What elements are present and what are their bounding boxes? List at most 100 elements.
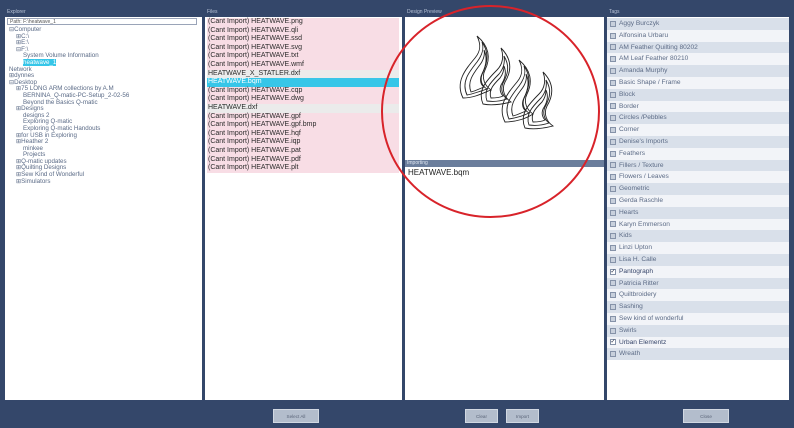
tag-row[interactable]: Patricia Ritter	[607, 277, 789, 290]
tag-row[interactable]: Lisa H. Calle	[607, 253, 789, 266]
tag-row[interactable]: Gerda Raschle	[607, 194, 789, 207]
tag-row[interactable]: AM Feather Quilting 80202	[607, 41, 789, 54]
file-row[interactable]: (Cant Import) HEATWAVE.iqp	[207, 138, 399, 147]
checkbox[interactable]	[610, 245, 616, 252]
file-row[interactable]: (Cant Import) HEATWAVE.png	[207, 18, 399, 27]
file-row[interactable]: (Cant Import) HEATWAVE.txt	[207, 52, 399, 61]
tag-row[interactable]: Flowers / Leaves	[607, 171, 789, 184]
checkbox[interactable]	[610, 209, 616, 216]
tag-label: AM Leaf Feather 80210	[619, 55, 689, 63]
checkbox[interactable]	[610, 44, 616, 51]
tag-row[interactable]: Denise's Imports	[607, 135, 789, 148]
tag-row[interactable]: Swirls	[607, 324, 789, 337]
tag-row[interactable]: Feathers	[607, 147, 789, 160]
checkbox[interactable]	[610, 233, 616, 240]
tag-row[interactable]: ✓ Pantograph	[607, 265, 789, 278]
tag-row[interactable]: Kids	[607, 230, 789, 243]
checkbox[interactable]	[610, 91, 616, 98]
checkbox[interactable]	[610, 256, 616, 263]
file-row[interactable]: (Cant Import) HEATWAVE.dwg	[207, 95, 399, 104]
tag-label: Geometric	[619, 185, 650, 193]
tree-item[interactable]: ⊟Computer	[5, 26, 202, 34]
folder-tree: ⊟Computer ⊞C:\ ⊞E:\ ⊟F:\ System Volume Infor…	[5, 26, 202, 186]
checkbox[interactable]	[610, 79, 616, 86]
tag-row[interactable]: Sew kind of wonderful	[607, 312, 789, 325]
tree-item[interactable]: heatwave_1	[5, 58, 202, 67]
tag-row[interactable]: AM Leaf Feather 80210	[607, 53, 789, 66]
checkbox[interactable]	[610, 20, 616, 27]
tag-row[interactable]: Amanda Murphy	[607, 65, 789, 77]
checkbox[interactable]	[610, 174, 616, 181]
checkbox[interactable]	[610, 68, 616, 75]
tag-row[interactable]: Alfonsina Urbaru	[607, 29, 789, 42]
tag-row[interactable]: Wreath	[607, 348, 789, 361]
checkbox[interactable]	[610, 315, 616, 322]
file-row[interactable]: (Cant Import) HEATWAVE.ssd	[207, 35, 399, 44]
tag-label: Feathers	[619, 149, 646, 157]
file-row[interactable]: HEATWAVE.bqm	[207, 78, 399, 87]
tag-row[interactable]: Circles /Pebbles	[607, 112, 789, 125]
tag-label: Flowers / Leaves	[619, 173, 669, 181]
tag-row[interactable]: Block	[607, 88, 789, 101]
tag-label: Swirls	[619, 326, 637, 334]
file-row[interactable]: (Cant Import) HEATWAVE.cqp	[207, 86, 399, 96]
file-row[interactable]: (Cant Import) HEATWAVE.pat	[207, 146, 399, 156]
checkbox[interactable]	[610, 32, 616, 39]
tree-item[interactable]: ⊞E:\	[5, 39, 202, 47]
checkbox[interactable]	[610, 138, 616, 145]
tag-label: Block	[619, 90, 636, 98]
checkbox[interactable]	[610, 56, 616, 63]
checkbox[interactable]	[610, 197, 616, 204]
tag-row[interactable]: Sashing	[607, 301, 789, 313]
file-row[interactable]: (Cant Import) HEATWAVE.plt	[207, 164, 399, 173]
tag-row[interactable]: Fillers / Texture	[607, 159, 789, 172]
file-row[interactable]: HEATWAVE_X_STATLER.dxf	[207, 69, 399, 79]
files-header: Files	[205, 8, 402, 17]
tag-row[interactable]: Geometric	[607, 183, 789, 195]
tag-row[interactable]: Basic Shape / Frame	[607, 76, 789, 89]
tag-row[interactable]: Linzi Upton	[607, 242, 789, 254]
tag-row[interactable]: Hearts	[607, 206, 789, 219]
path-field[interactable]: Path: F:\heatwave_1	[7, 18, 197, 25]
checkbox[interactable]	[610, 162, 616, 169]
checkbox[interactable]	[610, 127, 616, 134]
checkbox[interactable]	[610, 150, 616, 157]
file-row[interactable]: HEATWAVE.dxf	[207, 103, 399, 113]
file-row[interactable]: (Cant Import) HEATWAVE.qli	[207, 26, 399, 36]
clear-button[interactable]: Clear	[465, 409, 498, 423]
import-button[interactable]: Import	[506, 409, 539, 423]
file-row[interactable]: (Cant Import) HEATWAVE.gpf.bmp	[207, 121, 399, 130]
checkbox[interactable]	[610, 292, 616, 299]
tag-label: Karyn Emmerson	[619, 220, 670, 228]
file-row[interactable]: (Cant Import) HEATWAVE.gpf	[207, 112, 399, 122]
tag-label: AM Feather Quilting 80202	[619, 43, 698, 51]
checkbox[interactable]	[610, 186, 616, 193]
tree-item[interactable]: Network	[5, 66, 202, 74]
file-row[interactable]: (Cant Import) HEATWAVE.hqf	[207, 129, 399, 139]
checkbox[interactable]	[610, 351, 616, 358]
tag-row[interactable]: Corner	[607, 124, 789, 136]
close-button[interactable]: Close	[683, 409, 729, 423]
heatwave-design-image	[459, 35, 555, 130]
file-row[interactable]: (Cant Import) HEATWAVE.pdf	[207, 155, 399, 165]
checkbox[interactable]	[610, 280, 616, 287]
checkbox[interactable]	[610, 304, 616, 311]
checked-checkbox[interactable]: ✓	[610, 268, 616, 275]
tree-item[interactable]: ⊞C:\	[5, 33, 202, 41]
tag-row[interactable]: Karyn Emmerson	[607, 218, 789, 231]
checkbox[interactable]	[610, 221, 616, 228]
checkbox[interactable]	[610, 327, 616, 334]
tag-label: Alfonsina Urbaru	[619, 31, 669, 39]
select-all-button[interactable]: Select All	[273, 409, 319, 423]
file-row[interactable]: (Cant Import) HEATWAVE.svg	[207, 43, 399, 53]
tree-item[interactable]: ⊞Simulators	[5, 178, 202, 186]
files-pane: Files (Cant Import) HEATWAVE.png (Cant Im…	[205, 8, 402, 400]
checked-checkbox[interactable]: ✓	[610, 339, 616, 346]
tag-row[interactable]: ✓ Urban Elementz	[607, 336, 789, 349]
checkbox[interactable]	[610, 115, 616, 122]
checkbox[interactable]	[610, 103, 616, 110]
tag-row[interactable]: Aggy Burczyk	[607, 18, 789, 30]
tag-row[interactable]: Border	[607, 100, 789, 113]
tag-row[interactable]: Quiltbroidery	[607, 289, 789, 302]
file-row[interactable]: (Cant Import) HEATWAVE.wmf	[207, 60, 399, 70]
